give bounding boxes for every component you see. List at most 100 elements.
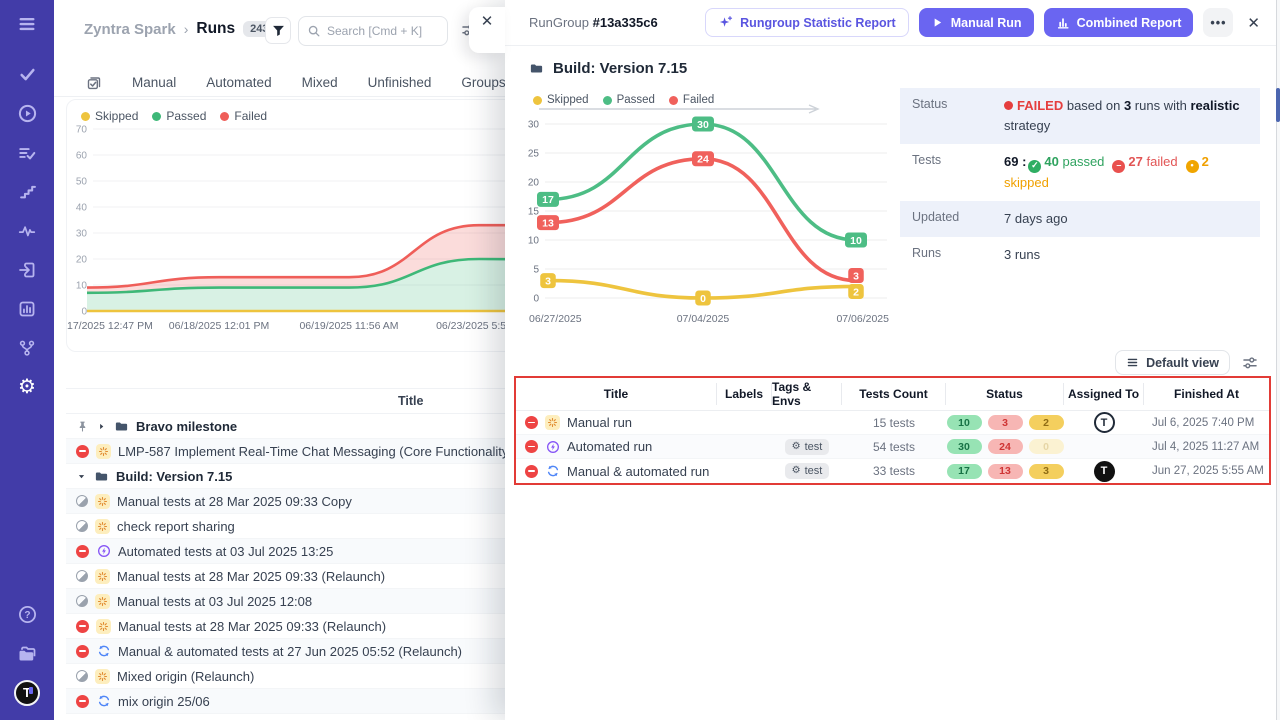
scrollbar-thumb[interactable] (1276, 88, 1280, 122)
manual-run-icon (96, 619, 111, 634)
skip-count-pill: 0 (1029, 439, 1064, 454)
run-title: mix origin 25/06 (118, 694, 210, 709)
column-header-tags-envs[interactable]: Tags & Envs (772, 383, 842, 405)
settings-gear-icon[interactable]: ⚙ (0, 367, 54, 406)
failed-dot (220, 112, 229, 121)
manual-run-icon (96, 444, 111, 459)
skipped-dot (533, 96, 542, 105)
tests-count: 33 tests (842, 464, 946, 478)
play-circle-icon[interactable] (0, 94, 54, 133)
fail-count-pill: 3 (988, 415, 1023, 430)
tab-groups[interactable]: Groups (461, 75, 505, 90)
svg-text:60: 60 (76, 151, 88, 162)
manual-run-icon (95, 519, 110, 534)
failed-dot (1004, 101, 1013, 110)
failed-status-icon (525, 465, 538, 478)
svg-text:24: 24 (697, 154, 709, 166)
filter-button[interactable] (265, 17, 291, 44)
assignee-avatar[interactable]: T (1094, 461, 1115, 482)
avatar: T (14, 680, 40, 706)
in-progress-status-icon (76, 495, 88, 507)
menu-icon[interactable] (0, 4, 54, 43)
svg-text:30: 30 (697, 119, 709, 131)
info-row-runs: Runs3 runs (900, 237, 1260, 273)
more-actions-button[interactable]: ••• (1203, 8, 1233, 37)
svg-text:2: 2 (853, 286, 859, 298)
assignee-avatar[interactable]: T (1094, 412, 1115, 433)
gear-icon: ⚙ (792, 466, 801, 476)
projects-folder-icon[interactable] (0, 634, 54, 673)
chevron-down-icon[interactable] (76, 471, 87, 482)
rungroup-statistic-report-button[interactable]: Rungroup Statistic Report (705, 8, 909, 37)
reports-icon[interactable] (0, 289, 54, 328)
tab-automated[interactable]: Automated (206, 75, 271, 90)
import-icon[interactable] (0, 250, 54, 289)
column-header-finished-at[interactable]: Finished At (1144, 383, 1269, 405)
test-plan-icon[interactable] (0, 133, 54, 172)
column-header-assigned-to[interactable]: Assigned To (1064, 383, 1144, 405)
svg-text:3: 3 (545, 275, 551, 287)
column-header-labels[interactable]: Labels (717, 383, 772, 405)
fail-circle-icon: – (1112, 160, 1125, 173)
chevron-right-icon[interactable] (96, 421, 107, 432)
runs-table-highlighted: TitleLabelsTags & EnvsTests CountStatusA… (514, 376, 1271, 485)
tab-manual[interactable]: Manual (132, 75, 176, 90)
svg-text:06/19/2025 11:56 AM: 06/19/2025 11:56 AM (299, 320, 398, 332)
tag-chip[interactable]: ⚙test (785, 463, 830, 479)
automated-run-icon (96, 544, 111, 559)
drawer-side-close-button[interactable]: ✕ (469, 7, 505, 53)
column-header-tests-count[interactable]: Tests Count (842, 383, 946, 405)
table-row[interactable]: Automated run⚙test54 tests30240Jul 4, 20… (516, 435, 1269, 459)
manual-run-icon (95, 669, 110, 684)
search-input[interactable] (327, 24, 437, 38)
table-cell: T (1064, 461, 1144, 482)
svg-text:30: 30 (528, 120, 540, 131)
passed-dot (152, 112, 161, 121)
runs-check-icon[interactable] (0, 55, 54, 94)
svg-text:06/18/2025 12:01 PM: 06/18/2025 12:01 PM (169, 320, 269, 332)
tag-chip[interactable]: ⚙test (785, 439, 830, 455)
table-cell: ⚙test (772, 439, 842, 455)
column-header-title[interactable]: Title (516, 383, 717, 405)
finished-at: Jul 6, 2025 7:40 PM (1144, 417, 1269, 429)
tab-mixed[interactable]: Mixed (302, 75, 338, 90)
steps-icon[interactable] (0, 172, 54, 211)
tab-unfinished[interactable]: Unfinished (368, 75, 432, 90)
branch-icon[interactable] (0, 328, 54, 367)
bar-chart-icon (1056, 16, 1070, 30)
status-pills: 17133 (946, 464, 1064, 479)
column-header-status[interactable]: Status (946, 383, 1064, 405)
svg-text:0: 0 (533, 294, 539, 305)
breadcrumb-project[interactable]: Zyntra Spark (84, 21, 176, 38)
run-title: Manual & automated tests at 27 Jun 2025 … (118, 644, 462, 659)
run-title: Manual tests at 03 Jul 2025 12:08 (117, 594, 312, 609)
info-row-updated: Updated7 days ago (900, 201, 1260, 237)
table-row[interactable]: Manual run15 tests1032TJul 6, 2025 7:40 … (516, 411, 1269, 435)
table-header: TitleLabelsTags & EnvsTests CountStatusA… (516, 378, 1269, 411)
manual-run-button[interactable]: Manual Run (919, 8, 1034, 37)
legend-failed: Failed (683, 94, 714, 106)
skip-count-pill: 2 (1029, 415, 1064, 430)
default-view-button[interactable]: Default view (1115, 350, 1230, 375)
window-scrollbar[interactable] (1276, 0, 1280, 720)
help-icon[interactable]: ? (0, 595, 54, 634)
rungroup-chart: Skipped Passed Failed 051015202530302173… (519, 94, 895, 344)
svg-text:10: 10 (528, 236, 540, 247)
chart-legend: Skipped Passed Failed (519, 94, 895, 106)
search-box[interactable] (298, 16, 448, 46)
select-all-icon[interactable] (86, 75, 102, 91)
automated-run-icon (545, 439, 560, 454)
drawer-actions: Rungroup Statistic Report Manual Run Com… (705, 8, 1264, 37)
svg-text:0: 0 (81, 307, 87, 318)
mixed-run-icon (545, 464, 560, 479)
rungroup-drawer: ✕ RunGroup #13a335c6 Rungroup Statistic … (505, 0, 1280, 720)
table-row[interactable]: Manual & automated run⚙test33 tests17133… (516, 459, 1269, 483)
drawer-close-button[interactable]: ✕ (1243, 14, 1264, 32)
sliders-icon[interactable] (1242, 355, 1258, 371)
pulse-icon[interactable] (0, 211, 54, 250)
combined-report-button[interactable]: Combined Report (1044, 8, 1194, 37)
table-cell: Automated run (516, 439, 717, 454)
mixed-run-icon (96, 694, 111, 709)
user-avatar[interactable]: T (0, 673, 54, 712)
close-icon: ✕ (481, 12, 494, 53)
